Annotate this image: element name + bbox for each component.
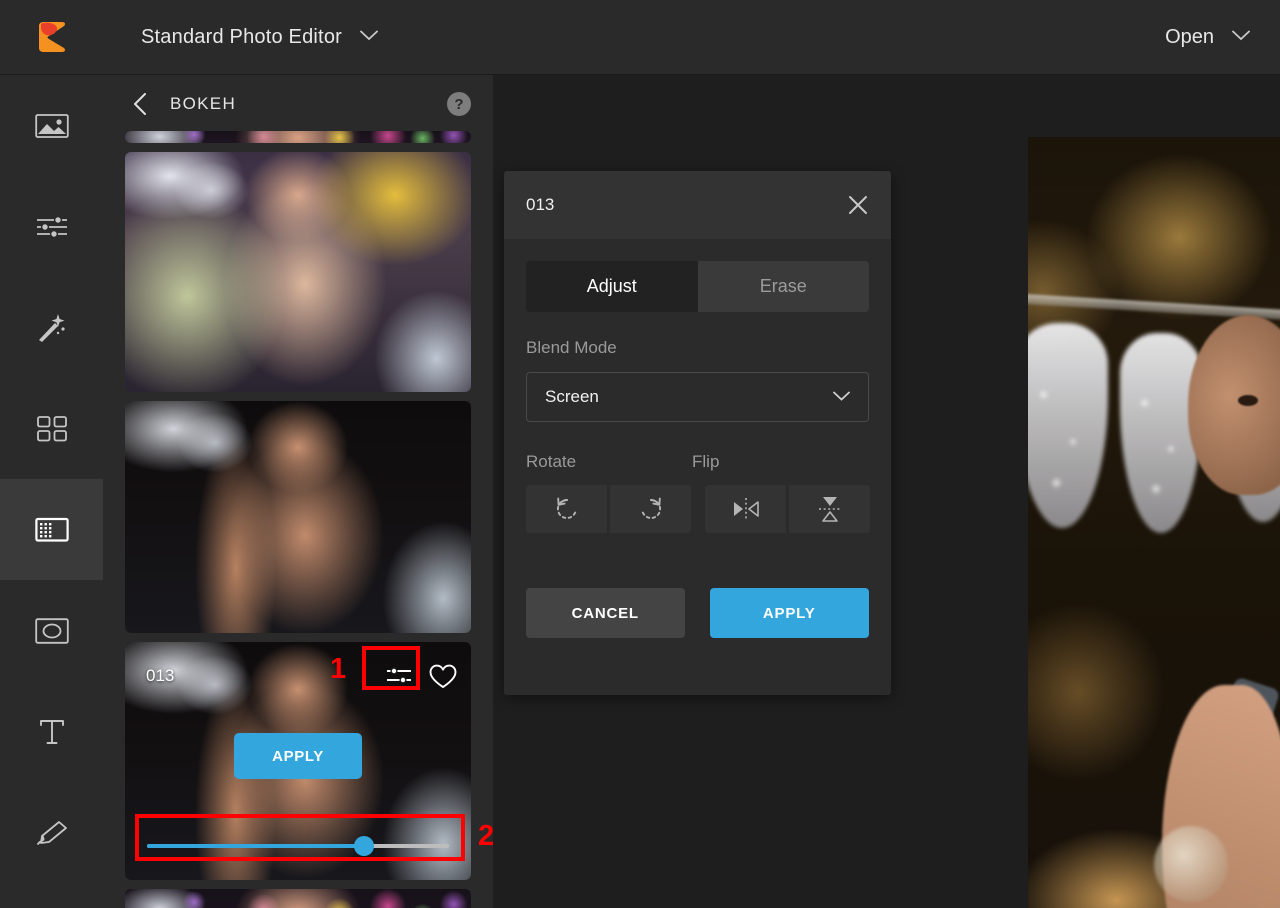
sliders-icon xyxy=(36,215,67,238)
dialog-actions: CANCEL APPLY xyxy=(526,588,869,638)
text-t-icon xyxy=(39,719,64,744)
list-item[interactable] xyxy=(125,152,471,392)
photo-editor-app: Standard Photo Editor Open BOKEH ? 013 A… xyxy=(0,0,1280,908)
grid-squares-icon xyxy=(36,415,67,441)
dialog-close-button[interactable] xyxy=(845,192,871,218)
mode-tabs: Adjust Erase xyxy=(526,261,869,312)
tab-adjust[interactable]: Adjust xyxy=(526,261,698,312)
dialog-title: 013 xyxy=(526,195,555,214)
tab-erase[interactable]: Erase xyxy=(697,261,869,312)
thumbnail-opacity-slider[interactable] xyxy=(147,835,449,857)
subject-head xyxy=(1188,315,1280,495)
slider-fill xyxy=(147,844,365,848)
list-item-selected[interactable]: 013 APPLY xyxy=(125,642,471,880)
brush-icon xyxy=(36,820,67,845)
vignette-icon xyxy=(34,617,69,644)
rotate-button-group xyxy=(526,485,691,533)
chevron-down-icon xyxy=(833,388,850,406)
heart-icon xyxy=(429,664,457,688)
back-button[interactable] xyxy=(127,91,153,117)
sidebar-item-draw[interactable] xyxy=(0,782,103,883)
thumbnail-apply-button[interactable]: APPLY xyxy=(234,733,362,779)
sidebar-item-text[interactable] xyxy=(0,681,103,782)
thumbnail-image xyxy=(125,152,471,392)
flip-vertical-icon xyxy=(818,497,841,522)
thumbnail-favorite-button[interactable] xyxy=(429,662,457,690)
sidebar-item-image[interactable] xyxy=(0,75,103,176)
rotate-counterclockwise-icon xyxy=(556,497,576,519)
chevron-down-icon xyxy=(1232,28,1250,46)
sliders-settings-icon xyxy=(387,667,411,684)
app-title-menu[interactable]: Standard Photo Editor xyxy=(141,26,378,49)
tool-sidebar xyxy=(0,75,103,908)
blend-mode-value: Screen xyxy=(545,387,599,406)
help-label: ? xyxy=(454,95,464,113)
rotate-left-button[interactable] xyxy=(526,485,607,533)
open-menu[interactable]: Open xyxy=(1165,26,1250,49)
thumbnail-image xyxy=(125,889,471,908)
sidebar-item-vignette[interactable] xyxy=(0,580,103,681)
overlay-settings-dialog: 013 Adjust Erase Blend Mode Screen Rotat xyxy=(504,171,891,695)
blend-mode-select[interactable]: Screen xyxy=(526,372,869,422)
texture-overlay-icon xyxy=(34,517,69,542)
list-item[interactable] xyxy=(125,889,471,908)
slider-handle[interactable] xyxy=(354,836,375,856)
back-chevron-icon xyxy=(134,93,146,115)
slider-track xyxy=(147,836,449,856)
dialog-body: Adjust Erase Blend Mode Screen Rotate Fl… xyxy=(504,239,891,638)
dialog-header: 013 xyxy=(504,171,891,239)
panel-header: BOKEH ? xyxy=(103,75,493,133)
flip-button-group xyxy=(705,485,870,533)
logo-container[interactable] xyxy=(0,20,103,54)
thumbnail-list[interactable]: 013 APPLY xyxy=(103,131,493,908)
decoration-tassel xyxy=(1028,323,1108,528)
thumbnail-image xyxy=(125,401,471,633)
sidebar-item-overlays[interactable] xyxy=(0,479,103,580)
subject-eye xyxy=(1238,395,1258,406)
open-label: Open xyxy=(1165,25,1214,48)
cameo-logo-icon xyxy=(38,22,65,52)
list-item[interactable] xyxy=(125,131,471,143)
sidebar-item-adjust[interactable] xyxy=(0,176,103,277)
overlay-browser-panel: BOKEH ? 013 APPLY 1 2 xyxy=(103,75,493,908)
magic-wand-icon xyxy=(38,313,65,342)
thumbnail-label: 013 xyxy=(146,666,175,685)
top-bar: Standard Photo Editor Open xyxy=(0,0,1280,75)
thumbnail-toolbar xyxy=(385,662,457,690)
image-icon xyxy=(34,113,69,138)
image-preview[interactable] xyxy=(1028,137,1280,908)
sidebar-item-frames[interactable] xyxy=(0,378,103,479)
flip-vertical-button[interactable] xyxy=(789,485,870,533)
flip-horizontal-icon xyxy=(733,498,759,520)
flip-horizontal-button[interactable] xyxy=(705,485,786,533)
apply-button[interactable]: APPLY xyxy=(709,588,869,638)
transform-labels: Rotate Flip xyxy=(526,452,869,472)
list-item[interactable] xyxy=(125,401,471,633)
blend-mode-label: Blend Mode xyxy=(526,338,617,357)
page-title: BOKEH xyxy=(170,94,237,113)
chevron-down-icon xyxy=(360,28,378,46)
sidebar-item-effects[interactable] xyxy=(0,277,103,378)
help-question-icon[interactable]: ? xyxy=(447,92,471,116)
close-x-icon xyxy=(849,196,867,214)
rotate-label: Rotate xyxy=(526,452,577,471)
thumbnail-image xyxy=(125,131,471,143)
subject-hand-object xyxy=(1154,826,1228,902)
rotate-clockwise-icon xyxy=(641,497,661,519)
cancel-button[interactable]: CANCEL xyxy=(526,588,685,638)
flip-label: Flip xyxy=(692,452,720,471)
app-title: Standard Photo Editor xyxy=(141,25,342,48)
thumbnail-settings-button[interactable] xyxy=(385,662,413,690)
transform-buttons xyxy=(526,485,870,533)
rotate-right-button[interactable] xyxy=(610,485,691,533)
